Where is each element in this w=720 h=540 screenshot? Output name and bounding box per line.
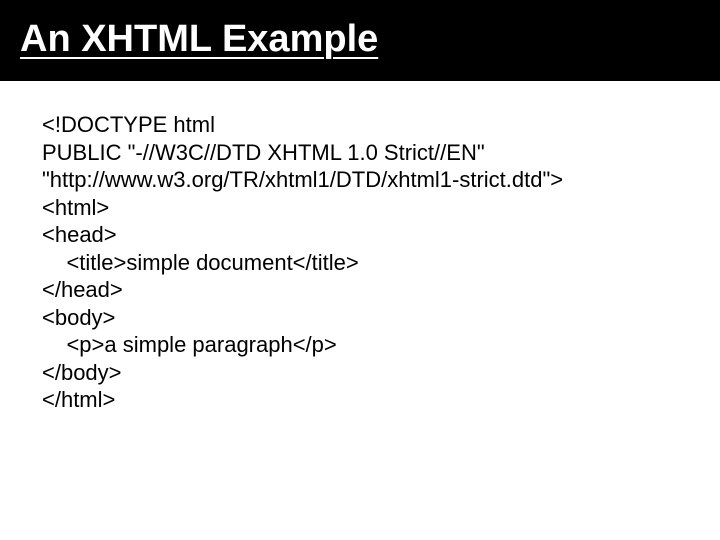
slide-title: An XHTML Example: [20, 18, 700, 61]
code-line: </html>: [42, 386, 678, 414]
code-line: <title>simple document</title>: [42, 249, 678, 277]
code-line: <!DOCTYPE html: [42, 111, 678, 139]
code-line: "http://www.w3.org/TR/xhtml1/DTD/xhtml1-…: [42, 166, 678, 194]
code-line: <head>: [42, 221, 678, 249]
slide-header: An XHTML Example: [0, 0, 720, 81]
code-line: <body>: [42, 304, 678, 332]
slide-content: <!DOCTYPE html PUBLIC "-//W3C//DTD XHTML…: [0, 81, 720, 444]
code-line: <html>: [42, 194, 678, 222]
code-line: </body>: [42, 359, 678, 387]
code-line: </head>: [42, 276, 678, 304]
code-line: PUBLIC "-//W3C//DTD XHTML 1.0 Strict//EN…: [42, 139, 678, 167]
code-line: <p>a simple paragraph</p>: [42, 331, 678, 359]
